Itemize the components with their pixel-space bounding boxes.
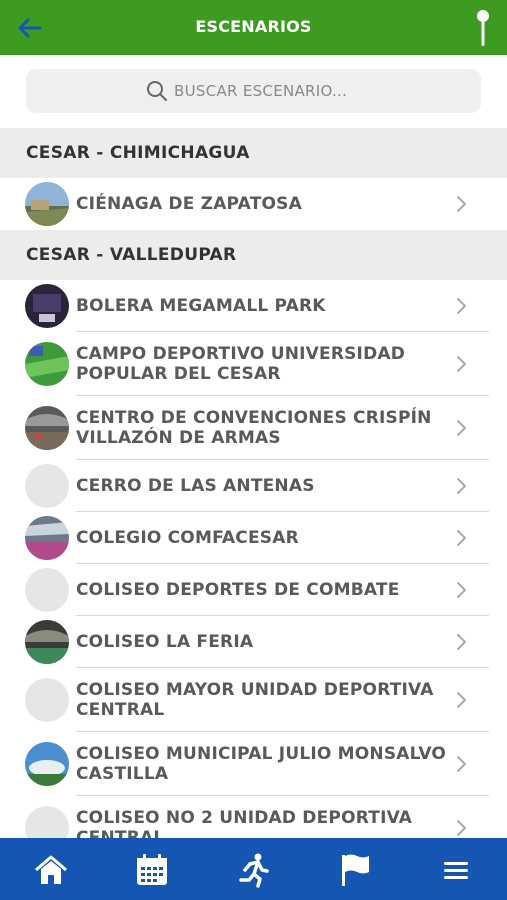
search-bar[interactable] <box>26 69 481 113</box>
list-item[interactable]: COLISEO NO 2 UNIDAD DEPORTIVA CENTRAL <box>0 796 507 838</box>
venue-list[interactable]: CESAR - CHIMICHAGUA CIÉNAGA DE ZAPATOSA … <box>0 128 507 838</box>
venue-thumbnail <box>25 620 69 664</box>
nav-home-button[interactable] <box>33 852 69 888</box>
list-item-label: COLEGIO COMFACESAR <box>76 528 299 548</box>
list-item-label: CENTRO DE CONVENCIONES CRISPÍN VILLAZÓN … <box>76 408 432 448</box>
list-item-label: CIÉNAGA DE ZAPATOSA <box>76 194 302 214</box>
chevron-right-icon <box>457 634 466 650</box>
flag-icon <box>342 854 369 886</box>
menu-icon <box>444 862 468 879</box>
chevron-right-icon <box>457 692 466 708</box>
venue-thumbnail <box>25 182 69 226</box>
list-item[interactable]: BOLERA MEGAMALL PARK <box>0 280 507 332</box>
search-input[interactable] <box>174 79 454 103</box>
list-item[interactable]: COLISEO LA FERIA <box>0 616 507 668</box>
list-item-label: BOLERA MEGAMALL PARK <box>76 296 326 316</box>
list-item[interactable]: CAMPO DEPORTIVO UNIVERSIDAD POPULAR DEL … <box>0 332 507 396</box>
calendar-icon <box>137 854 167 885</box>
map-button[interactable] <box>470 8 496 48</box>
venue-thumbnail <box>25 284 69 328</box>
chevron-right-icon <box>457 530 466 546</box>
nav-calendar-button[interactable] <box>134 852 170 888</box>
nav-activities-button[interactable] <box>236 852 272 888</box>
list-item-label: CERRO DE LAS ANTENAS <box>76 476 315 496</box>
venue-thumbnail <box>25 516 69 560</box>
venue-thumbnail-placeholder <box>25 678 69 722</box>
list-item-label: COLISEO LA FERIA <box>76 632 254 652</box>
venue-thumbnail-placeholder <box>25 806 69 838</box>
list-item[interactable]: COLISEO MUNICIPAL JULIO MONSALVO CASTILL… <box>0 732 507 796</box>
chevron-right-icon <box>457 356 466 372</box>
list-item[interactable]: COLEGIO COMFACESAR <box>0 512 507 564</box>
chevron-right-icon <box>457 478 466 494</box>
list-item[interactable]: COLISEO MAYOR UNIDAD DEPORTIVA CENTRAL <box>0 668 507 732</box>
list-item-label: COLISEO NO 2 UNIDAD DEPORTIVA CENTRAL <box>76 808 413 838</box>
section-header: CESAR - VALLEDUPAR <box>0 230 507 280</box>
chevron-right-icon <box>457 196 466 212</box>
list-item-label: CAMPO DEPORTIVO UNIVERSIDAD POPULAR DEL … <box>76 344 406 384</box>
section-header: CESAR - CHIMICHAGUA <box>0 128 507 178</box>
app-header: ESCENARIOS <box>0 0 507 55</box>
bottom-nav <box>0 838 507 900</box>
chevron-right-icon <box>457 756 466 772</box>
list-item-label: COLISEO DEPORTES DE COMBATE <box>76 580 400 600</box>
runner-icon <box>239 853 269 888</box>
map-pin-icon <box>477 10 489 46</box>
page-title: ESCENARIOS <box>195 17 312 36</box>
list-item[interactable]: CENTRO DE CONVENCIONES CRISPÍN VILLAZÓN … <box>0 396 507 460</box>
chevron-right-icon <box>457 820 466 836</box>
chevron-right-icon <box>457 298 466 314</box>
list-item[interactable]: CIÉNAGA DE ZAPATOSA <box>0 178 507 230</box>
venue-thumbnail <box>25 406 69 450</box>
venue-thumbnail-placeholder <box>25 464 69 508</box>
list-item[interactable]: CERRO DE LAS ANTENAS <box>0 460 507 512</box>
list-item-label: COLISEO MAYOR UNIDAD DEPORTIVA CENTRAL <box>76 680 434 720</box>
venue-thumbnail-placeholder <box>25 568 69 612</box>
venue-thumbnail <box>25 742 69 786</box>
venue-thumbnail <box>25 342 69 386</box>
search-icon <box>147 81 167 101</box>
list-item[interactable]: COLISEO DEPORTES DE COMBATE <box>0 564 507 616</box>
nav-menu-button[interactable] <box>438 852 474 888</box>
home-icon <box>35 855 67 884</box>
nav-flag-button[interactable] <box>337 852 373 888</box>
chevron-right-icon <box>457 420 466 436</box>
chevron-right-icon <box>457 582 466 598</box>
list-item-label: COLISEO MUNICIPAL JULIO MONSALVO CASTILL… <box>76 744 447 784</box>
